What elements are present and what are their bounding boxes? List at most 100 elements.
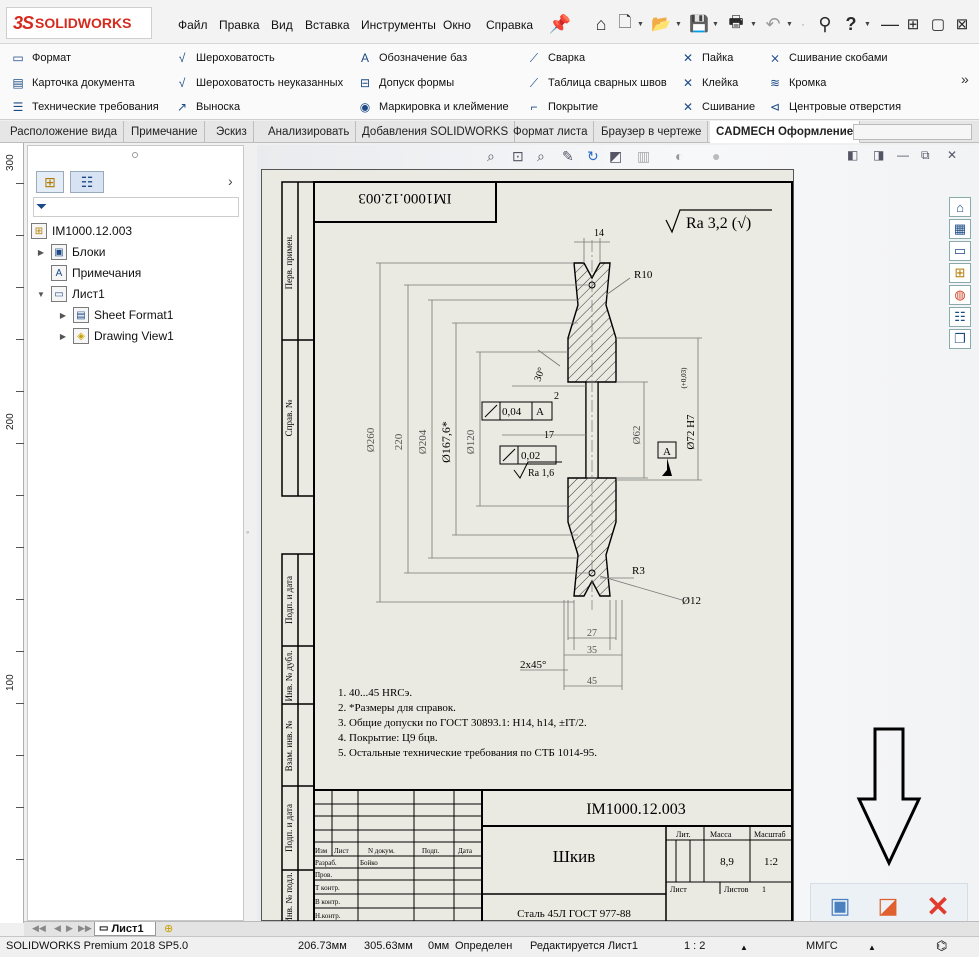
new-document-icon[interactable]: 🗋 bbox=[615, 13, 635, 35]
print-icon[interactable]: 🖶 bbox=[725, 13, 747, 35]
expand-arrow-icon[interactable]: ▶ bbox=[58, 311, 68, 320]
open-icon[interactable]: 📂 bbox=[650, 13, 672, 35]
cmd-glue[interactable]: ✕ Клейка bbox=[680, 73, 738, 93]
cmd-center-holes[interactable]: ⊲ Центровые отверстия bbox=[767, 97, 901, 117]
units-dropdown-icon[interactable]: ▲ bbox=[868, 943, 876, 952]
collapse-arrow-icon[interactable]: ▼ bbox=[36, 290, 46, 299]
cmd-form-tolerance[interactable]: ⊟ Допуск формы bbox=[357, 73, 454, 93]
tab-cadmech[interactable]: CADMECH Оформление bbox=[710, 121, 861, 143]
undo-dropdown-icon[interactable]: ▼ bbox=[786, 21, 793, 28]
cmd-edge[interactable]: ≋ Кромка bbox=[767, 73, 826, 93]
cmd-staple[interactable]: ⨯ Сшивание скобами bbox=[767, 48, 888, 68]
zoom-fit-icon[interactable]: ⌕ bbox=[487, 148, 495, 165]
tab-addins[interactable]: Добавления SOLIDWORKS bbox=[356, 121, 516, 143]
graphics-area[interactable]: ⌕ ⊡ ⌕ ✎ ↻ ◩ ▥ ◐ ● ◧ ◨ — ⧉ ✕ Перв. примен… bbox=[257, 145, 979, 924]
solidworks-logo[interactable]: 3S SOLIDWORKS bbox=[6, 7, 152, 39]
tab-sketch[interactable]: Эскиз bbox=[210, 121, 254, 143]
tab-annotation[interactable]: Примечание bbox=[125, 121, 205, 143]
pan-icon[interactable]: ✎ bbox=[562, 148, 574, 165]
taskpane-library-icon[interactable]: ▦ bbox=[949, 219, 971, 239]
status-scale[interactable]: 1 : 2 bbox=[684, 940, 705, 952]
tree-item-sheet1[interactable]: ▼ ▭ Лист1 bbox=[36, 284, 105, 304]
expand-chevron-icon[interactable]: » bbox=[961, 71, 969, 87]
tab-view-layout[interactable]: Расположение вида bbox=[4, 121, 125, 143]
cmd-roughness[interactable]: √ Шероховатость bbox=[174, 48, 275, 68]
open-dropdown-icon[interactable]: ▼ bbox=[675, 21, 682, 28]
quick-tips-icon[interactable]: ⌬ bbox=[936, 938, 947, 954]
capture-icon[interactable]: ◪ bbox=[873, 892, 903, 920]
sheet-next-icon[interactable]: ▶ bbox=[66, 923, 73, 934]
taskpane-properties-icon[interactable]: ☷ bbox=[949, 307, 971, 327]
tree-root-document[interactable]: ⊞ IM1000.12.003 bbox=[31, 221, 132, 241]
cmd-solder[interactable]: ✕ Пайка bbox=[680, 48, 733, 68]
sheet-tab-sheet1[interactable]: ▭ Лист1 bbox=[94, 922, 156, 936]
restore-icon[interactable]: ▢ bbox=[928, 13, 948, 35]
taskpane-appearance-icon[interactable]: ◍ bbox=[949, 285, 971, 305]
menu-edit[interactable]: Правка bbox=[219, 18, 260, 32]
tree-filter-input[interactable] bbox=[33, 197, 239, 217]
taskpane-explorer-icon[interactable]: ▭ bbox=[949, 241, 971, 261]
property-manager-tab-icon[interactable]: ☷ bbox=[70, 171, 104, 193]
cmd-format[interactable]: ▭ Формат bbox=[10, 48, 71, 68]
home-icon[interactable]: ⌂ bbox=[590, 13, 612, 35]
view-minimize-icon[interactable]: — bbox=[897, 148, 909, 162]
hide-show-icon[interactable]: ◐ bbox=[675, 148, 683, 164]
cmd-document-card[interactable]: ▤ Карточка документа bbox=[10, 73, 134, 93]
sheet-first-icon[interactable]: ◀◀ bbox=[32, 923, 46, 934]
tile-icon[interactable]: ⊞ bbox=[903, 13, 923, 35]
menu-view[interactable]: Вид bbox=[271, 18, 293, 32]
feature-manager-tab-icon[interactable]: ⊞ bbox=[36, 171, 64, 193]
cmd-roughness-unspecified[interactable]: √ Шероховатость неуказанных bbox=[174, 73, 343, 93]
pin-icon[interactable]: 📌 bbox=[549, 13, 571, 35]
zoom-area-icon[interactable]: ⊡ bbox=[512, 148, 524, 165]
display-style-icon[interactable]: ◩ bbox=[609, 148, 622, 165]
add-sheet-icon[interactable]: ⊕ bbox=[164, 922, 173, 935]
new-dropdown-icon[interactable]: ▼ bbox=[637, 21, 644, 28]
popup-close-icon[interactable]: ✕ bbox=[923, 891, 953, 922]
cmd-marking[interactable]: ◉ Маркировка и клеймение bbox=[357, 97, 509, 117]
taskpane-palette-icon[interactable]: ⊞ bbox=[949, 263, 971, 283]
undo-icon[interactable]: ↶ bbox=[763, 13, 783, 35]
tree-item-sheet-format[interactable]: ▶ ▤ Sheet Format1 bbox=[58, 305, 173, 325]
tab-search-box[interactable] bbox=[853, 124, 972, 140]
menu-window[interactable]: Окно bbox=[443, 18, 471, 32]
cmd-datum[interactable]: A Обозначение баз bbox=[357, 48, 467, 68]
save-dropdown-icon[interactable]: ▼ bbox=[712, 21, 719, 28]
cmd-stitch[interactable]: ✕ Сшивание bbox=[680, 97, 755, 117]
tree-item-blocks[interactable]: ▶ ▣ Блоки bbox=[36, 242, 106, 262]
cmd-coating[interactable]: ⌐ Покрытие bbox=[526, 97, 598, 117]
menu-insert[interactable]: Вставка bbox=[305, 18, 350, 32]
scale-dropdown-icon[interactable]: ▲ bbox=[740, 943, 748, 952]
nav-prev-icon[interactable]: ◧ bbox=[847, 148, 858, 162]
zoom-previous-icon[interactable]: ⌕ bbox=[537, 148, 545, 165]
splitter-handle-icon[interactable]: ◦ bbox=[246, 527, 254, 537]
view-close-icon[interactable]: ✕ bbox=[947, 148, 957, 162]
expand-arrow-icon[interactable]: ▶ bbox=[58, 332, 68, 341]
panel-grip-icon[interactable] bbox=[132, 152, 138, 158]
expand-arrow-icon[interactable]: ▶ bbox=[36, 248, 46, 257]
tab-drawing-browser[interactable]: Браузер в чертеже bbox=[595, 121, 709, 143]
cmd-tech-requirements[interactable]: ☰ Технические требования bbox=[10, 97, 159, 117]
tab-sheet-format[interactable]: Формат листа bbox=[507, 121, 595, 143]
tree-chevron-right-icon[interactable]: › bbox=[228, 173, 233, 189]
view-restore-icon[interactable]: ⧉ bbox=[921, 148, 930, 163]
help-icon[interactable]: ? bbox=[842, 13, 860, 35]
nav-next-icon[interactable]: ◨ bbox=[873, 148, 884, 162]
sheet-last-icon[interactable]: ▶▶ bbox=[78, 923, 92, 934]
tree-item-drawing-view[interactable]: ▶ ◈ Drawing View1 bbox=[58, 326, 174, 346]
camera-icon[interactable]: ▣ bbox=[825, 892, 855, 920]
menu-help[interactable]: Справка bbox=[486, 18, 533, 32]
save-icon[interactable]: 💾 bbox=[688, 13, 710, 35]
menu-file[interactable]: Файл bbox=[178, 18, 208, 32]
appearance-icon[interactable]: ● bbox=[712, 148, 720, 164]
status-units[interactable]: ММГС bbox=[806, 940, 838, 952]
taskpane-forum-icon[interactable]: ❐ bbox=[949, 329, 971, 349]
drawing-sheet[interactable]: Перв. примен. Справ. № Подп. и дата Инв.… bbox=[261, 169, 794, 924]
close-icon[interactable]: ⊠ bbox=[952, 13, 972, 35]
section-view-icon[interactable]: ▥ bbox=[637, 148, 650, 165]
cmd-weld[interactable]: ⟋ Сварка bbox=[526, 48, 585, 68]
minimize-icon[interactable]: — bbox=[880, 13, 900, 35]
menu-tools[interactable]: Инструменты bbox=[361, 18, 436, 32]
help-dropdown-icon[interactable]: ▼ bbox=[864, 21, 871, 28]
tree-item-annotations[interactable]: A Примечания bbox=[36, 263, 141, 283]
